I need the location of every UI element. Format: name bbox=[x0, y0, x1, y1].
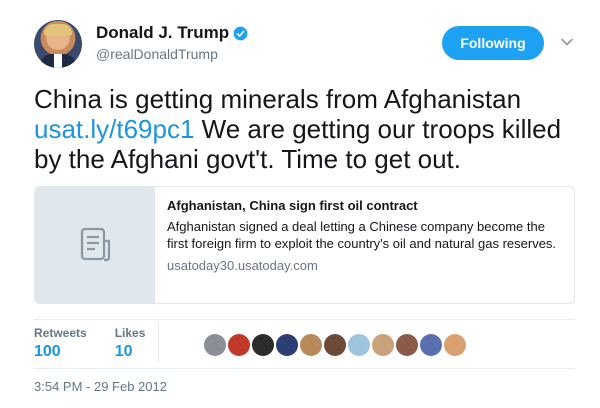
liker-avatar[interactable] bbox=[444, 334, 466, 356]
author-avatar[interactable] bbox=[34, 20, 82, 68]
divider bbox=[34, 319, 575, 320]
liker-avatar[interactable] bbox=[204, 334, 226, 356]
author-handle[interactable]: @realDonaldTrump bbox=[96, 46, 218, 62]
retweets-count: 100 bbox=[34, 343, 61, 360]
link-preview-card[interactable]: Afghanistan, China sign first oil contra… bbox=[34, 186, 575, 304]
retweets-stat[interactable]: Retweets 100 bbox=[34, 326, 87, 362]
tweet-header: Donald J. Trump @realDonaldTrump Followi… bbox=[34, 20, 574, 70]
author-display-name[interactable]: Donald J. Trump bbox=[96, 23, 229, 43]
liker-avatar[interactable] bbox=[372, 334, 394, 356]
divider bbox=[34, 368, 575, 369]
liker-avatar[interactable] bbox=[300, 334, 322, 356]
liker-avatars bbox=[204, 334, 468, 356]
tweet-timestamp[interactable]: 3:54 PM - 29 Feb 2012 bbox=[34, 379, 167, 394]
author-name-row: Donald J. Trump bbox=[96, 23, 248, 43]
document-icon bbox=[80, 227, 111, 262]
liker-avatar[interactable] bbox=[276, 334, 298, 356]
tweet-stats: Retweets 100 Likes 10 bbox=[34, 326, 173, 362]
card-title[interactable]: Afghanistan, China sign first oil contra… bbox=[167, 197, 567, 214]
retweets-label: Retweets bbox=[34, 326, 87, 340]
stats-separator bbox=[158, 322, 159, 362]
likes-stat[interactable]: Likes 10 bbox=[115, 326, 146, 362]
tweet-text-part-1: China is getting minerals from Afghanist… bbox=[34, 84, 522, 114]
likes-count: 10 bbox=[114, 343, 133, 360]
tweet-link[interactable]: usat.ly/t69pc1 bbox=[34, 114, 194, 144]
tweet-text: China is getting minerals from Afghanist… bbox=[34, 84, 584, 174]
chevron-down-icon[interactable] bbox=[560, 35, 574, 49]
liker-avatar[interactable] bbox=[396, 334, 418, 356]
liker-avatar[interactable] bbox=[228, 334, 250, 356]
liker-avatar[interactable] bbox=[348, 334, 370, 356]
likes-label: Likes bbox=[114, 326, 146, 340]
liker-avatar[interactable] bbox=[252, 334, 274, 356]
liker-avatar[interactable] bbox=[420, 334, 442, 356]
following-button[interactable]: Following bbox=[442, 26, 544, 60]
verified-badge-icon bbox=[233, 26, 248, 40]
card-thumbnail bbox=[35, 187, 155, 303]
card-domain: usatoday30.usatoday.com bbox=[167, 258, 318, 273]
card-body: Afghanistan, China sign first oil contra… bbox=[167, 197, 567, 273]
card-description: Afghanistan signed a deal letting a Chin… bbox=[167, 219, 557, 251]
liker-avatar[interactable] bbox=[324, 334, 346, 356]
